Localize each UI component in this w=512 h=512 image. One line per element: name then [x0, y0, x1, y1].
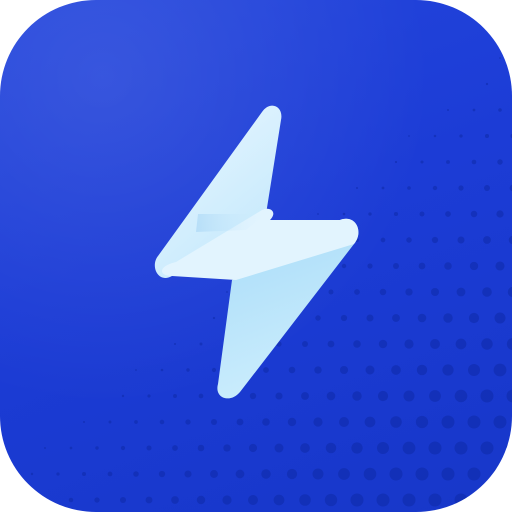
lightning-bolt-icon — [154, 105, 359, 399]
app-icon-tile[interactable] — [0, 0, 512, 512]
